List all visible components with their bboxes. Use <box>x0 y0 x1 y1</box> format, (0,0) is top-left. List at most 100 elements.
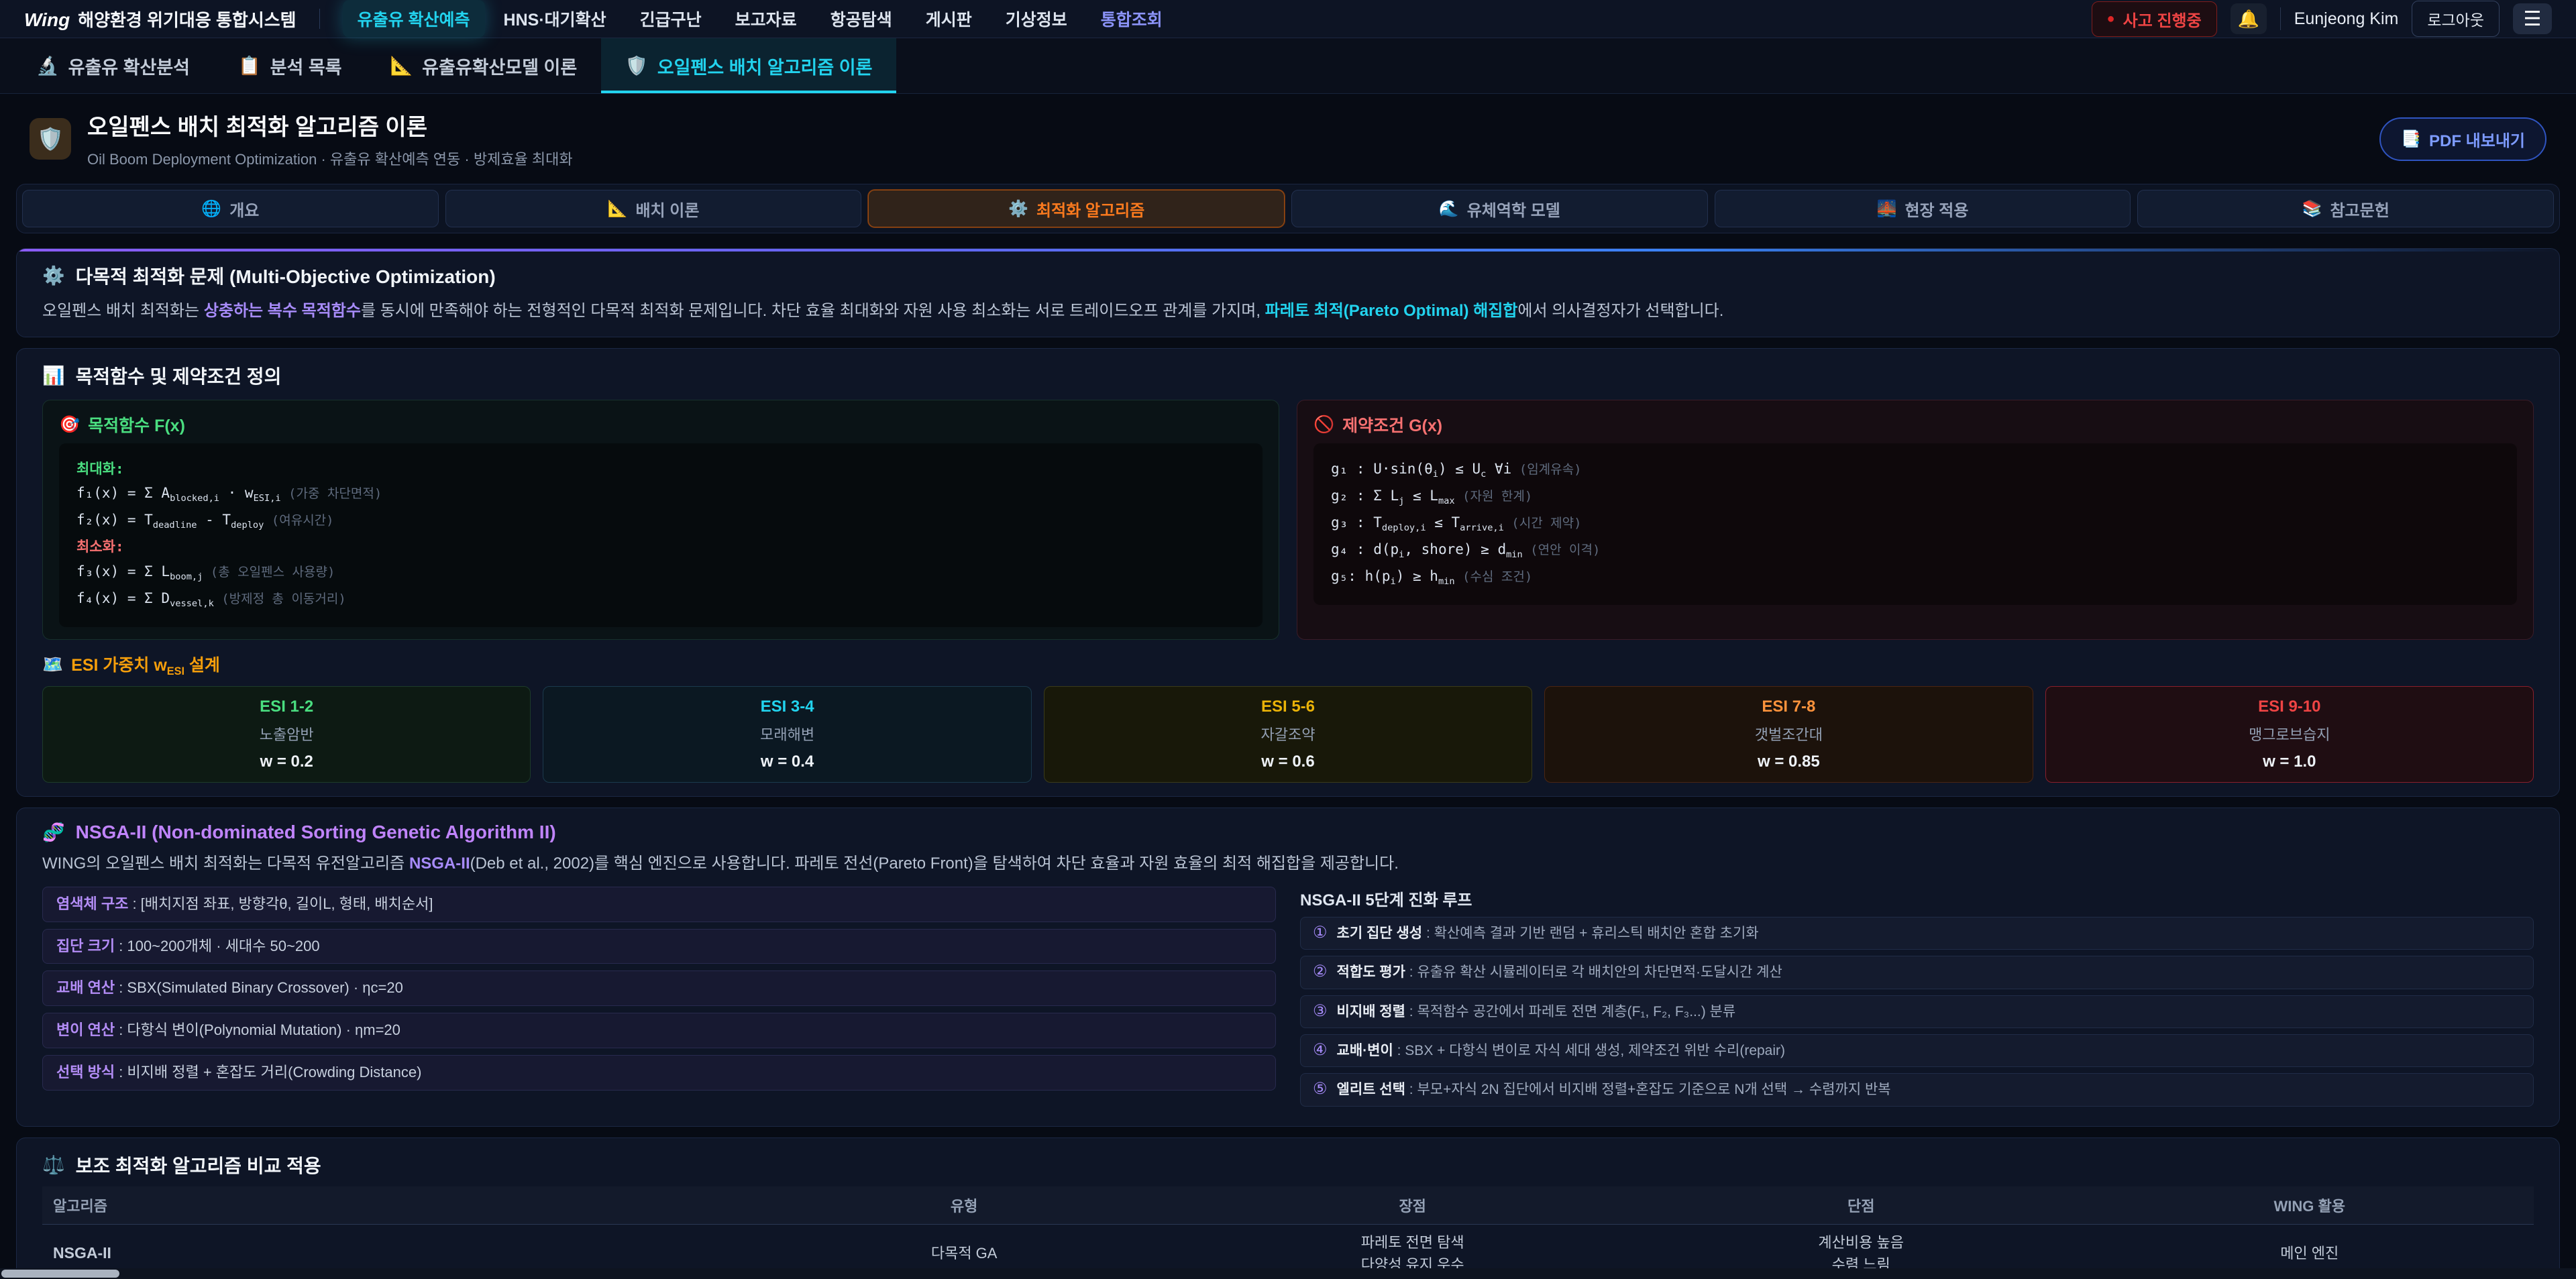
esi-weight-value: w = 0.6 <box>1051 753 1525 771</box>
objective-function-panel: 🎯 목적함수 F(x) 최대화: f₁(x) = Σ Ablocked,i · … <box>42 400 1279 639</box>
param-label: 변이 연산 <box>56 1021 115 1038</box>
tab-optimization-algorithm[interactable]: ⚙️ 최적화 알고리즘 <box>868 190 1285 227</box>
sub-tab-bar: 🔬 유출유 확산분석 📋 분석 목록 📐 유출유확산모델 이론 🛡️ 오일펜스 … <box>0 38 2576 94</box>
formula-f2: f₂(x) = Tdeadline - Tdeploy (여유시간) <box>76 511 1245 532</box>
esi-weight-cards: ESI 1-2 노출암반 w = 0.2 ESI 3-4 모래해변 w = 0.… <box>42 686 2534 783</box>
esi-card-1-2: ESI 1-2 노출암반 w = 0.2 <box>42 686 531 783</box>
header-type: 유형 <box>740 1186 1189 1225</box>
tab-hydrodynamics-model[interactable]: 🌊 유체역학 모델 <box>1291 190 1708 227</box>
param-chromosome: 염색체 구조 : [배치지점 좌표, 방향각θ, 길이L, 형태, 배치순서] <box>42 887 1276 922</box>
ruler-icon: 📐 <box>608 199 628 219</box>
gear-icon: ⚙️ <box>42 265 65 286</box>
clipboard-icon: 📋 <box>238 55 261 76</box>
nav-item-weather-info[interactable]: 기상정보 <box>991 0 1082 38</box>
tab-analysis-list[interactable]: 📋 분석 목록 <box>214 38 366 93</box>
hamburger-icon: ☰ <box>2524 7 2542 31</box>
definitions-grid: 🎯 목적함수 F(x) 최대화: f₁(x) = Σ Ablocked,i · … <box>42 400 2534 639</box>
tab-label: 유출유확산모델 이론 <box>422 53 577 79</box>
user-name: Eunjeong Kim <box>2294 9 2399 29</box>
tab-diffusion-model-theory[interactable]: 📐 유출유확산모델 이론 <box>366 38 602 93</box>
para-text: WING의 오일펜스 배치 최적화는 다목적 유전알고리즘 <box>42 854 409 873</box>
comparison-header: ⚖️ 보조 최적화 알고리즘 비교 적용 <box>42 1152 2534 1178</box>
multi-objective-card: ⚙️ 다목적 최적화 문제 (Multi-Objective Optimizat… <box>16 248 2560 337</box>
globe-icon: 🌐 <box>201 199 221 219</box>
hamburger-menu-button[interactable]: ☰ <box>2513 3 2552 34</box>
nsga-loop-column: NSGA-II 5단계 진화 루프 ① 초기 집단 생성 : 확산예측 결과 기… <box>1300 887 2534 1113</box>
nav-item-oil-spill-prediction[interactable]: 유출유 확산예측 <box>343 0 485 38</box>
logout-button[interactable]: 로그아웃 <box>2412 1 2500 37</box>
loop-step-5: ⑤ 엘리트 선택 : 부모+자식 2N 집단에서 비지배 정렬+혼잡도 기준으로… <box>1300 1073 2534 1106</box>
highlight-conflicting-objectives: 상충하는 복수 목적함수 <box>204 302 361 320</box>
section-title: 목적함수 및 제약조건 정의 <box>76 362 282 389</box>
param-label: 교배 연산 <box>56 979 115 996</box>
incident-status-badge[interactable]: ● 사고 진행중 <box>2092 1 2217 37</box>
shield-icon: 🛡️ <box>625 55 648 76</box>
tab-deployment-theory[interactable]: 📐 배치 이론 <box>445 190 862 227</box>
pdf-label: PDF 내보내기 <box>2429 127 2525 151</box>
panel-title-text: 제약조건 G(x) <box>1342 412 1442 437</box>
bridge-icon: 🌉 <box>1877 199 1897 219</box>
esi-card-7-8: ESI 7-8 갯벌조간대 w = 0.85 <box>1544 686 2033 783</box>
esi-shore-type: 노출암반 <box>50 723 523 744</box>
esi-weight-value: w = 0.85 <box>1552 753 2025 771</box>
para-text: 오일펜스 배치 최적화는 <box>42 302 204 320</box>
nav-item-aerial-search[interactable]: 항공탐색 <box>816 0 907 38</box>
esi-weight-value: w = 0.2 <box>50 753 523 771</box>
param-label: 선택 방식 <box>56 1064 115 1080</box>
param-value: : 100~200개체 · 세대수 50~200 <box>115 938 320 954</box>
tab-overview[interactable]: 🌐 개요 <box>22 190 439 227</box>
constraint-g3: g₃ : Tdeploy,i ≤ Tarrive,i (시간 제약) <box>1331 514 2500 535</box>
param-value: : 다항식 변이(Polynomial Mutation) · ηm=20 <box>115 1021 400 1038</box>
nsga-grid: 염색체 구조 : [배치지점 좌표, 방향각θ, 길이L, 형태, 배치순서] … <box>42 887 2534 1113</box>
loop-step-4: ④ 교배·변이 : SBX + 다항식 변이로 자식 세대 생성, 제약조건 위… <box>1300 1034 2534 1067</box>
tab-label: 개요 <box>229 197 259 221</box>
param-population: 집단 크기 : 100~200개체 · 세대수 50~200 <box>42 929 1276 964</box>
multi-objective-paragraph: 오일펜스 배치 최적화는 상충하는 복수 목적함수를 동시에 만족해야 하는 전… <box>42 298 2534 323</box>
param-value: : [배치지점 좌표, 방향각θ, 길이L, 형태, 배치순서] <box>128 895 433 912</box>
horizontal-scrollbar-track[interactable] <box>0 1268 2576 1279</box>
constraint-g1: g₁ : U·sin(θi) ≤ Uc ∀i (임계유속) <box>1331 460 2500 481</box>
tab-field-application[interactable]: 🌉 현장 적용 <box>1715 190 2131 227</box>
highlight-nsga2: NSGA-II <box>409 854 470 873</box>
esi-range: ESI 7-8 <box>1552 698 2025 716</box>
formula-f3: f₃(x) = Σ Lboom,j (총 오일펜스 사용량) <box>76 563 1245 583</box>
nsga-loop-title: NSGA-II 5단계 진화 루프 <box>1300 887 2534 910</box>
tab-boom-deployment-theory[interactable]: 🛡️ 오일펜스 배치 알고리즘 이론 <box>601 38 896 93</box>
minimize-label: 최소화: <box>76 538 1245 556</box>
nav-item-hns-diffusion[interactable]: HNS·대기확산 <box>489 0 621 38</box>
triangle-ruler-icon: 📐 <box>390 55 413 76</box>
definitions-header: 📊 목적함수 및 제약조건 정의 <box>42 362 2534 389</box>
step-number-icon: ① <box>1313 924 1328 943</box>
constraints-panel-title: 🚫 제약조건 G(x) <box>1313 412 2517 437</box>
para-text: (Deb et al., 2002)를 핵심 엔진으로 사용합니다. 파레토 전… <box>470 854 1399 873</box>
topnav-separator <box>2280 7 2281 30</box>
para-text: 에서 의사결정자가 선택합니다. <box>1517 302 1723 320</box>
step-text: 엘리트 선택 : 부모+자식 2N 집단에서 비지배 정렬+혼잡도 기준으로 N… <box>1337 1080 1891 1099</box>
table-header-row: 알고리즘 유형 장점 단점 WING 활용 <box>42 1186 2534 1225</box>
objective-formulas: 최대화: f₁(x) = Σ Ablocked,i · wESI,i (가중 차… <box>59 443 1263 626</box>
nav-item-integrated-search[interactable]: 통합조회 <box>1086 0 1177 38</box>
maximize-label: 최대화: <box>76 460 1245 478</box>
esi-range: ESI 1-2 <box>50 698 523 716</box>
tab-references[interactable]: 📚 참고문헌 <box>2137 190 2554 227</box>
constraint-g5: g₅: h(pi) ≥ hmin (수심 조건) <box>1331 567 2500 588</box>
esi-range: ESI 3-4 <box>550 698 1024 716</box>
constraint-formulas: g₁ : U·sin(θi) ≤ Uc ∀i (임계유속) g₂ : Σ Lj … <box>1313 443 2517 605</box>
constraint-g2: g₂ : Σ Lj ≤ Lmax (자원 한계) <box>1331 487 2500 508</box>
param-value: : SBX(Simulated Binary Crossover) · ηc=2… <box>115 979 403 996</box>
pdf-export-button[interactable]: 📑 PDF 내보내기 <box>2379 117 2546 161</box>
param-crossover: 교배 연산 : SBX(Simulated Binary Crossover) … <box>42 970 1276 1006</box>
incident-dot-icon: ● <box>2107 11 2115 27</box>
step-text: 비지배 정렬 : 목적함수 공간에서 파레토 전면 계층(F₁, F₂, F₃.… <box>1337 1002 1736 1021</box>
notifications-button[interactable]: 🔔 <box>2231 3 2267 34</box>
step-text: 교배·변이 : SBX + 다항식 변이로 자식 세대 생성, 제약조건 위반 … <box>1337 1041 1786 1060</box>
loop-step-3: ③ 비지배 정렬 : 목적함수 공간에서 파레토 전면 계층(F₁, F₂, F… <box>1300 995 2534 1028</box>
nav-item-emergency-rescue[interactable]: 긴급구난 <box>625 0 716 38</box>
nav-item-reports[interactable]: 보고자료 <box>720 0 812 38</box>
horizontal-scrollbar-thumb[interactable] <box>1 1270 119 1278</box>
tab-oil-spill-analysis[interactable]: 🔬 유출유 확산분석 <box>12 38 214 93</box>
main-menu: 유출유 확산예측 HNS·대기확산 긴급구난 보고자료 항공탐색 게시판 기상정… <box>343 0 1177 38</box>
esi-card-5-6: ESI 5-6 자갈조약 w = 0.6 <box>1044 686 1532 783</box>
nav-item-board[interactable]: 게시판 <box>911 0 987 38</box>
esi-card-9-10: ESI 9-10 맹그로브습지 w = 1.0 <box>2045 686 2534 783</box>
